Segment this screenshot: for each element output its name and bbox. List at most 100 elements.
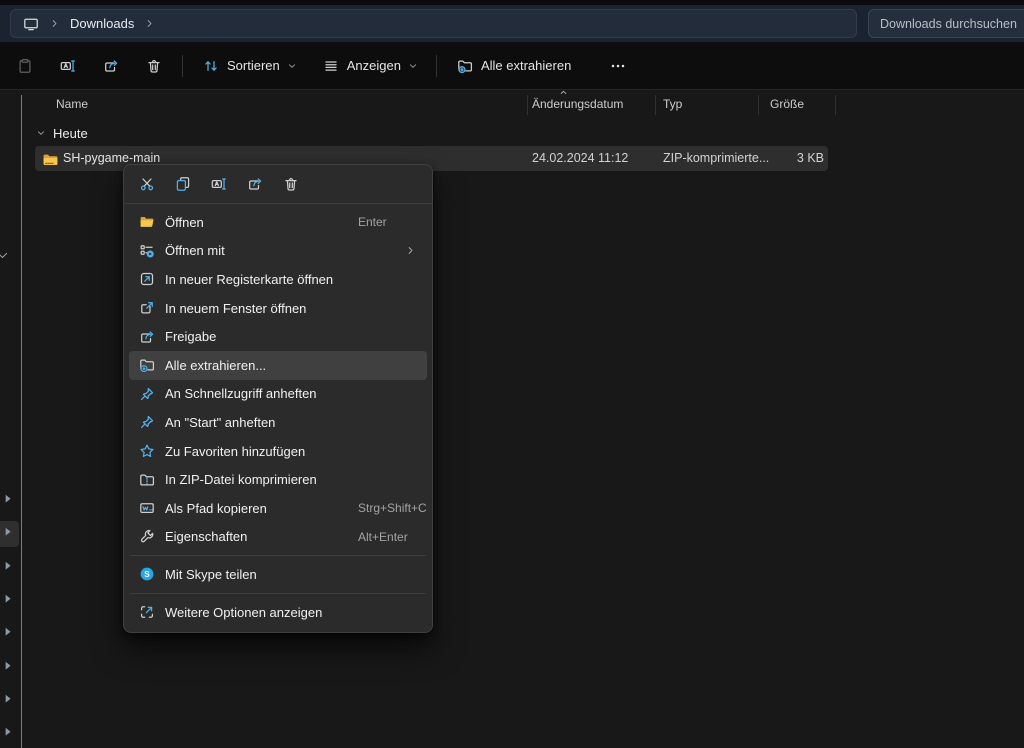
menu-item-copy-path[interactable]: Als Pfad kopieren Strg+Shift+C [129,494,427,523]
rename-icon [211,176,227,192]
copy-icon [175,176,191,192]
menu-item-label: Freigabe [165,329,216,344]
quick-action-cut[interactable] [137,175,156,194]
extract-icon [138,357,155,374]
menu-item-open-new-window[interactable]: In neuem Fenster öffnen [129,294,427,323]
chevron-right-icon [49,18,60,29]
column-separator[interactable] [835,95,836,115]
search-input[interactable]: Downloads durchsuchen [868,9,1024,38]
tree-chevron-down-icon[interactable] [0,249,10,263]
group-label: Heute [53,126,88,141]
menu-separator [130,555,426,556]
menu-separator [130,593,426,594]
menu-item-label: Weitere Optionen anzeigen [165,605,322,620]
breadcrumb-item-downloads[interactable]: Downloads [70,16,134,31]
tree-chevron-icon[interactable] [2,560,16,574]
search-placeholder: Downloads durchsuchen [880,17,1017,31]
zip-folder-icon [42,151,59,168]
tree-chevron-icon[interactable] [2,626,16,640]
more-options-button[interactable] [601,50,635,82]
menu-item-open-new-tab[interactable]: In neuer Registerkarte öffnen [129,265,427,294]
paste-icon [17,58,33,74]
column-header-modified[interactable]: Änderungsdatum [532,97,623,111]
menu-item-shortcut: Enter [358,215,387,229]
chevron-down-icon [287,61,297,71]
menu-item-open[interactable]: Öffnen Enter [129,208,427,237]
view-icon [323,58,339,74]
column-header-type[interactable]: Typ [663,97,682,111]
view-button[interactable]: Anzeigen [313,50,428,82]
menu-item-label: In neuer Registerkarte öffnen [165,272,333,287]
command-toolbar: Sortieren Anzeigen Alle extrahieren [0,42,1024,90]
menu-item-label: An "Start" anheften [165,415,275,430]
column-header-name[interactable]: Name [56,97,88,111]
star-icon [138,443,155,460]
menu-item-label: In ZIP-Datei komprimieren [165,472,317,487]
skype-icon: S [138,566,155,583]
pane-separator[interactable] [21,95,22,748]
menu-item-label: Öffnen [165,215,204,230]
context-menu-items: Öffnen Enter Öffnen mit In neuer Registerka… [124,204,432,632]
menu-item-add-favorites[interactable]: Zu Favoriten hinzufügen [129,437,427,466]
tree-chevron-icon[interactable] [2,726,16,740]
tree-chevron-icon[interactable] [2,693,16,707]
tree-chevron-icon[interactable] [2,593,16,607]
menu-item-shortcut: Alt+Enter [358,530,408,544]
quick-action-copy[interactable] [173,175,192,194]
toolbar-divider [436,55,437,77]
menu-item-more-options[interactable]: Weitere Optionen anzeigen [129,598,427,627]
column-separator[interactable] [758,95,759,115]
chevron-down-icon [408,61,418,71]
menu-item-extract-all[interactable]: Alle extrahieren... [129,351,427,380]
context-menu: Öffnen Enter Öffnen mit In neuer Registerka… [123,164,433,633]
delete-button[interactable] [137,50,171,82]
quick-action-share[interactable] [245,175,264,194]
paste-button[interactable] [8,50,42,82]
menu-item-label: An Schnellzugriff anheften [165,386,317,401]
new-tab-icon [138,271,155,288]
quick-action-delete[interactable] [281,175,300,194]
menu-item-properties[interactable]: Eigenschaften Alt+Enter [129,523,427,552]
menu-item-label: Als Pfad kopieren [165,501,267,516]
submenu-chevron-icon [405,245,416,256]
menu-item-pin-start[interactable]: An "Start" anheften [129,408,427,437]
share-button[interactable] [94,50,128,82]
menu-item-label: Eigenschaften [165,529,247,544]
menu-item-compress-zip[interactable]: In ZIP-Datei komprimieren [129,465,427,494]
menu-item-label: Mit Skype teilen [165,567,257,582]
menu-item-pin-quick-access[interactable]: An Schnellzugriff anheften [129,380,427,409]
context-menu-quick-actions [124,165,432,204]
quick-action-rename[interactable] [209,175,228,194]
computer-icon [23,16,39,32]
address-bar: Downloads Downloads durchsuchen [0,5,1024,42]
delete-icon [146,58,162,74]
column-separator[interactable] [527,95,528,115]
extract-all-button[interactable]: Alle extrahieren [447,50,581,82]
extract-label: Alle extrahieren [481,58,571,73]
sort-button[interactable]: Sortieren [193,50,307,82]
group-header-heute[interactable]: Heute [36,123,88,143]
menu-item-label: In neuem Fenster öffnen [165,301,306,316]
sort-icon [203,58,219,74]
sort-label: Sortieren [227,58,280,73]
chevron-right-icon [144,18,155,29]
cut-icon [139,176,155,192]
share-icon [138,328,155,345]
tree-chevron-icon[interactable] [2,526,16,540]
pin-icon [138,414,155,431]
menu-item-shortcut: Strg+Shift+C [358,501,427,515]
menu-item-label: Alle extrahieren... [165,358,266,373]
menu-item-open-with[interactable]: Öffnen mit [129,237,427,266]
tree-chevron-icon[interactable] [2,660,16,674]
menu-item-share[interactable]: Freigabe [129,322,427,351]
rename-button[interactable] [51,50,85,82]
open-with-icon [138,242,155,259]
svg-text:S: S [144,570,150,579]
share-icon [247,176,263,192]
breadcrumb[interactable]: Downloads [10,9,857,38]
tree-chevron-icon[interactable] [2,493,16,507]
menu-item-share-skype[interactable]: S Mit Skype teilen [129,560,427,589]
share-icon [103,58,119,74]
column-separator[interactable] [655,95,656,115]
column-header-size[interactable]: Größe [770,97,804,111]
